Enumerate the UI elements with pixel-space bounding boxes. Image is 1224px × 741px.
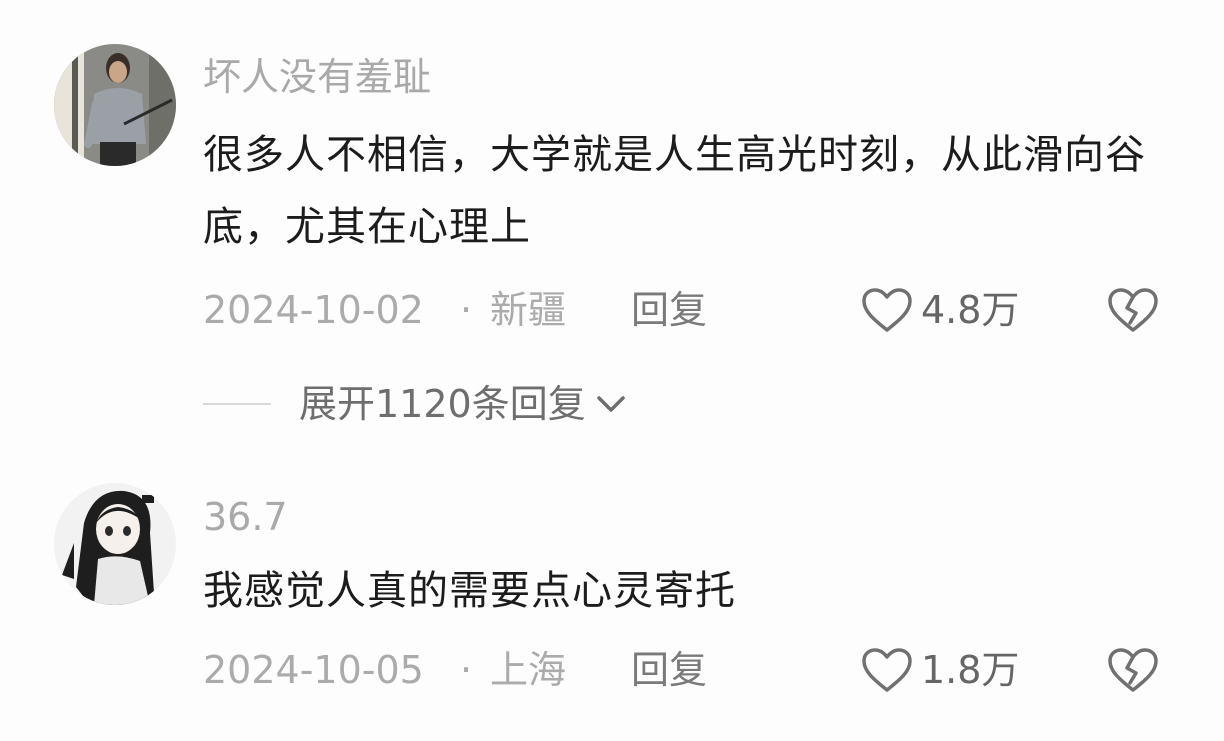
reply-button[interactable]: 回复: [631, 286, 707, 334]
comment-list: 坏人没有羞耻 很多人不相信，大学就是人生高光时刻，从此滑向谷底，尤其在心理上 2…: [0, 0, 1224, 741]
expand-replies-label: 展开1120条回复: [299, 382, 586, 426]
broken-heart-icon: [1108, 648, 1158, 692]
comment-date: 2024-10-05: [203, 648, 424, 692]
like-count: 1.8万: [921, 648, 1020, 692]
comment-location: 新疆: [490, 288, 567, 332]
heart-icon: [862, 288, 912, 332]
meta-separator: ·: [460, 288, 473, 332]
like-button[interactable]: 1.8万: [861, 646, 1019, 694]
user-avatar[interactable]: [54, 44, 176, 166]
user-photo-avatar-icon: [54, 44, 176, 166]
reply-button[interactable]: 回复: [631, 646, 707, 694]
username[interactable]: 36.7: [203, 498, 288, 536]
meta-separator: ·: [460, 648, 473, 692]
like-button[interactable]: 4.8万: [861, 286, 1019, 334]
expand-replies-button[interactable]: 展开1120条回复: [203, 380, 628, 428]
heart-icon: [862, 648, 912, 692]
broken-heart-icon: [1108, 288, 1158, 332]
dislike-button[interactable]: [1107, 646, 1159, 694]
comment-text: 我感觉人真的需要点心灵寄托: [203, 568, 736, 614]
comment-meta: 2024-10-05 · 上海 回复 1.8万: [203, 646, 1183, 694]
chevron-down-icon: [596, 396, 625, 412]
divider-line: [203, 403, 271, 405]
like-count: 4.8万: [921, 288, 1020, 332]
comment-location: 上海: [490, 648, 567, 692]
comment-text: 很多人不相信，大学就是人生高光时刻，从此滑向谷底，尤其在心理上: [203, 132, 1146, 250]
comment-meta: 2024-10-02 · 新疆 回复 4.8万: [203, 286, 1183, 334]
username[interactable]: 坏人没有羞耻: [203, 58, 431, 96]
dislike-button[interactable]: [1107, 286, 1159, 334]
anime-girl-avatar-icon: [54, 483, 176, 605]
user-avatar[interactable]: [54, 483, 176, 605]
comment-date: 2024-10-02: [203, 288, 424, 332]
